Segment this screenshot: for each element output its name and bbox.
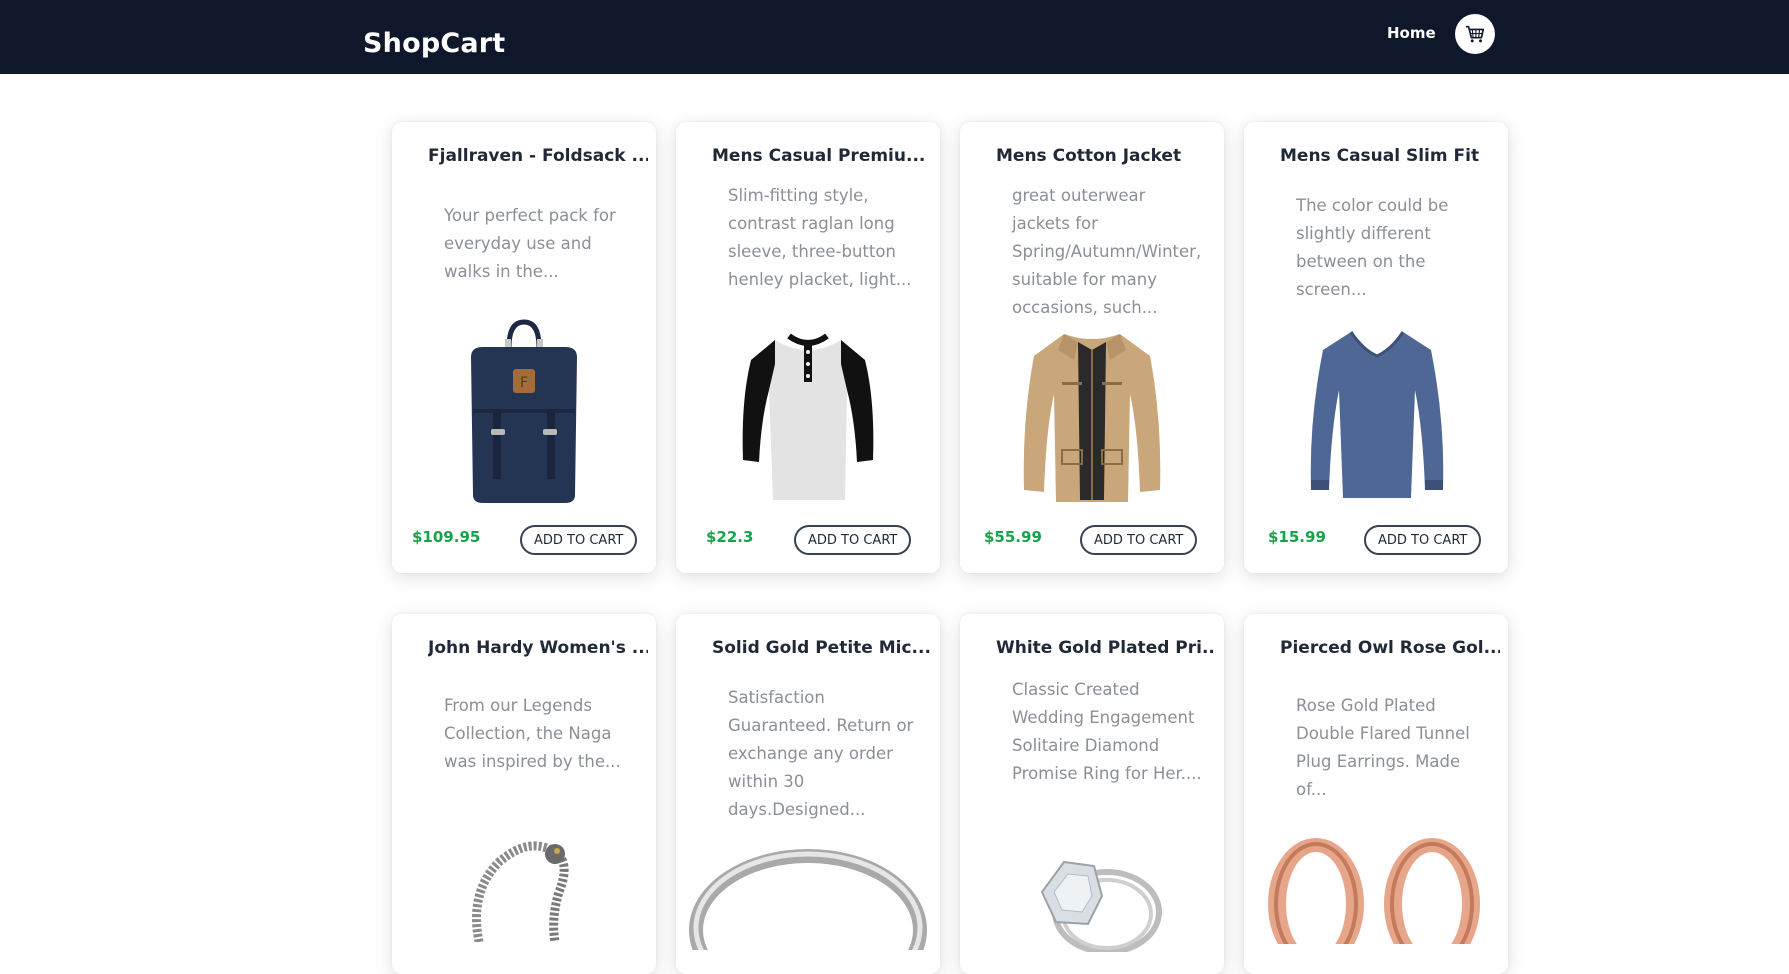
product-price: $109.95 [412, 528, 481, 546]
product-title: Mens Casual Slim Fit [1280, 146, 1480, 166]
cart-icon [1465, 25, 1485, 43]
product-title: Mens Casual Premiu... [712, 146, 926, 166]
svg-text:F: F [520, 375, 528, 391]
product-card[interactable]: John Hardy Women's ... From our Legends … [392, 614, 656, 974]
product-description: Classic Created Wedding Engagement Solit… [1012, 680, 1202, 783]
jacket-image [960, 312, 1224, 512]
product-card[interactable]: Mens Cotton Jacket great outerwear jacke… [960, 122, 1224, 573]
product-card[interactable]: Mens Casual Slim Fit The color could be … [1244, 122, 1508, 573]
add-to-cart-button[interactable]: ADD TO CART [794, 525, 912, 555]
product-title: White Gold Plated Pri... [996, 638, 1216, 658]
product-card[interactable]: Fjallraven - Foldsack ... Your perfect p… [392, 122, 656, 573]
diamond-ring-image [960, 852, 1224, 974]
product-description: Rose Gold Plated Double Flared Tunnel Pl… [1296, 696, 1470, 799]
product-card[interactable]: White Gold Plated Pri... Classic Created… [960, 614, 1224, 974]
navbar: ShopCart Home [0, 0, 1789, 74]
product-description: Your perfect pack for everyday use and w… [444, 206, 616, 281]
long-sleeve-shirt-image [1244, 312, 1508, 512]
product-description: Satisfaction Guaranteed. Return or excha… [728, 688, 914, 819]
add-to-cart-button[interactable]: ADD TO CART [1364, 525, 1482, 555]
product-description: Slim-fitting style, contrast raglan long… [728, 186, 912, 289]
product-title: John Hardy Women's ... [428, 638, 648, 658]
raglan-shirt-image [676, 312, 940, 512]
product-price: $15.99 [1268, 528, 1326, 546]
brand-logo[interactable]: ShopCart [363, 28, 505, 59]
product-card[interactable]: Pierced Owl Rose Gol... Rose Gold Plated… [1244, 614, 1508, 974]
add-to-cart-button[interactable]: ADD TO CART [1080, 525, 1198, 555]
product-description: From our Legends Collection, the Naga wa… [444, 696, 621, 771]
product-title: Mens Cotton Jacket [996, 146, 1182, 166]
product-title: Solid Gold Petite Mic... [712, 638, 931, 658]
product-price: $55.99 [984, 528, 1042, 546]
add-to-cart-button[interactable]: ADD TO CART [520, 525, 638, 555]
cart-button[interactable] [1455, 14, 1495, 54]
product-card[interactable]: Solid Gold Petite Mic... Satisfaction Gu… [676, 614, 940, 974]
dragon-bracelet-image [392, 832, 656, 974]
product-card[interactable]: Mens Casual Premiu... Slim-fitting style… [676, 122, 940, 573]
product-title: Pierced Owl Rose Gol... [1280, 638, 1500, 658]
nav-home-link[interactable]: Home [1387, 24, 1436, 42]
backpack-image: F [392, 312, 656, 512]
product-description: great outerwear jackets for Spring/Autum… [1012, 186, 1202, 317]
rose-gold-plugs-image [1244, 834, 1508, 974]
product-price: $22.3 [706, 528, 754, 546]
product-description: The color could be slightly different be… [1296, 196, 1449, 299]
product-title: Fjallraven - Foldsack ... [428, 146, 648, 166]
silver-ring-image [676, 840, 940, 974]
